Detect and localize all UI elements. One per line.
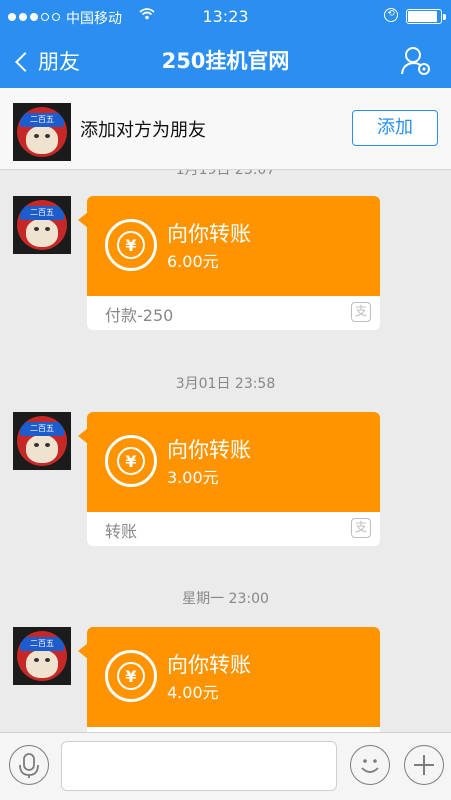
top-bar: 中国移动 13:23 ⟲ 朋友 250挂机官网	[0, 0, 451, 88]
message-timestamp: 1月19日 23:07	[175, 170, 276, 178]
transfer-icon: ¥	[105, 435, 157, 487]
alipay-icon: 支	[351, 518, 371, 538]
microphone-icon	[18, 752, 39, 778]
avatar[interactable]: 二百五	[13, 196, 71, 254]
transfer-amount: 6.00元	[167, 252, 219, 271]
message-input-bar	[0, 732, 451, 800]
transfer-amount: 3.00元	[167, 468, 219, 487]
transfer-title: 向你转账	[167, 222, 251, 246]
plus-icon	[413, 754, 434, 775]
add-friend-button[interactable]: 添加	[352, 110, 438, 146]
page-title: 250挂机官网	[161, 49, 290, 73]
more-button[interactable]	[404, 745, 444, 785]
transfer-title: 向你转账	[167, 438, 251, 462]
avatar[interactable]: 二百五	[13, 627, 71, 685]
voice-button[interactable]	[9, 745, 49, 785]
transfer-message[interactable]: ¥ 向你转账 6.00元 付款-250 支	[78, 196, 380, 330]
chat-area[interactable]: 1月19日 23:07 二百五 ¥ 向你转账 6.00元 付款-250 支 3月…	[0, 170, 451, 732]
alipay-icon: 支	[351, 302, 371, 322]
rotation-lock-icon: ⟲	[384, 8, 398, 22]
transfer-note: 转账	[105, 522, 138, 541]
transfer-title: 向你转账	[167, 653, 251, 677]
status-bar: 中国移动 13:23 ⟲	[0, 0, 451, 40]
avatar[interactable]: 二百五	[13, 412, 71, 470]
emoji-button[interactable]	[350, 745, 390, 785]
message-input[interactable]	[61, 741, 337, 791]
transfer-icon: ¥	[105, 650, 157, 702]
message-timestamp: 3月01日 23:58	[175, 376, 276, 392]
transfer-amount: 4.00元	[167, 683, 219, 702]
transfer-note: 付款-250	[105, 306, 174, 325]
profile-settings-icon[interactable]	[399, 44, 433, 78]
transfer-message[interactable]: ¥ 向你转账 4.00元	[78, 627, 380, 732]
avatar: 二百五	[13, 103, 71, 161]
transfer-message[interactable]: ¥ 向你转账 3.00元 转账 支	[78, 412, 380, 546]
message-timestamp: 星期一 23:00	[182, 591, 269, 607]
battery-icon	[406, 9, 446, 24]
add-friend-bar: 二百五 添加对方为朋友 添加	[0, 88, 451, 170]
add-friend-text: 添加对方为朋友	[80, 120, 206, 141]
transfer-icon: ¥	[105, 219, 157, 271]
smiley-icon	[360, 758, 379, 773]
